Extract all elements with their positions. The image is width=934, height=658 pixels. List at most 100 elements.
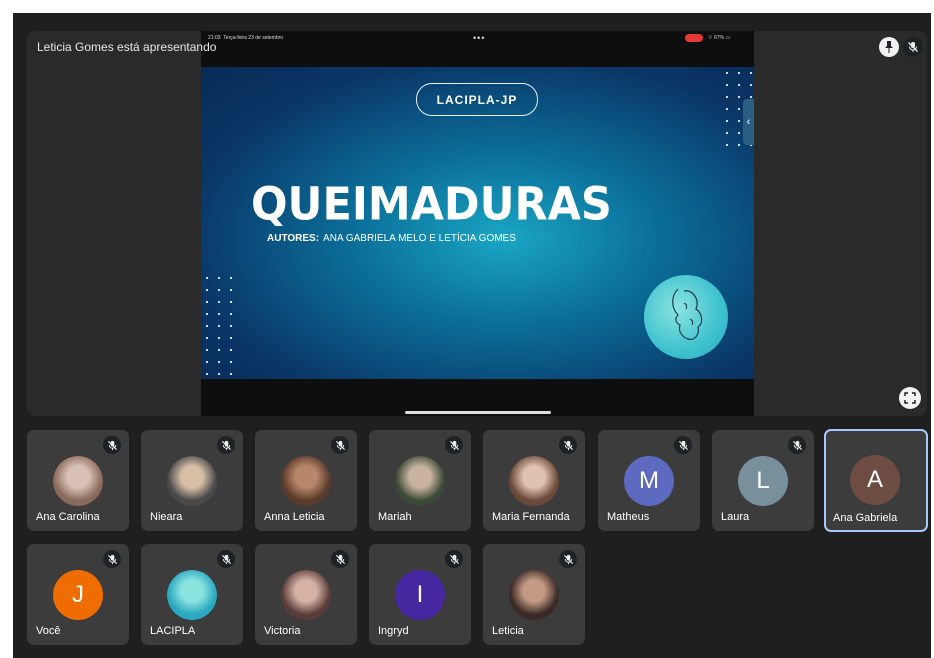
profile-photo (281, 456, 331, 506)
mic-off-indicator (331, 436, 349, 454)
participant-name: LACIPLA (150, 625, 196, 637)
mic-off-icon (335, 554, 345, 564)
pin-button[interactable] (879, 37, 899, 57)
profile-photo (395, 456, 445, 506)
avatar (509, 456, 559, 506)
participant-name: Laura (721, 511, 750, 523)
participant-name: Ana Gabriela (833, 512, 898, 524)
profile-photo (509, 570, 559, 620)
mic-off-indicator (445, 436, 463, 454)
profile-photo (281, 570, 331, 620)
mic-off-indicator (788, 436, 806, 454)
pin-icon (885, 41, 893, 53)
fullscreen-icon (904, 392, 916, 404)
avatar: L (738, 456, 788, 506)
mic-off-icon (107, 554, 117, 564)
participant-tile[interactable]: Anna Leticia (255, 430, 357, 531)
participant-name: Mariah (378, 511, 412, 523)
avatar (281, 570, 331, 620)
stage-mute-indicator (903, 37, 923, 57)
battery-status: ⌔ 67% ▭ (708, 35, 731, 41)
participant-tile[interactable]: LACIPLA (141, 544, 243, 645)
chevron-left-icon[interactable]: ‹ (743, 99, 754, 145)
participant-name: Ingryd (378, 625, 409, 637)
mic-off-icon (792, 440, 802, 450)
status-date: Terça-feira 23 de setembro (223, 35, 284, 41)
participant-tile[interactable]: Maria Fernanda (483, 430, 585, 531)
recording-indicator-icon (685, 34, 703, 42)
mic-off-icon (335, 440, 345, 450)
participant-name: Anna Leticia (264, 511, 325, 523)
mic-off-indicator (559, 550, 577, 568)
mic-off-icon (221, 554, 231, 564)
avatar (167, 456, 217, 506)
participant-tile[interactable]: J Você (27, 544, 129, 645)
device-status-bar: 21:03 Terça-feira 23 de setembro ••• ⌔ 6… (201, 31, 754, 47)
participant-name: Maria Fernanda (492, 511, 570, 523)
participant-tile[interactable]: Leticia (483, 544, 585, 645)
avatar (167, 570, 217, 620)
participant-name: Matheus (607, 511, 650, 523)
meet-window: Leticia Gomes está apresentando 21:03 Te… (13, 13, 931, 658)
avatar-initial: L (756, 467, 770, 494)
participant-tile[interactable]: L Laura (712, 430, 814, 531)
slide-authors: AUTORES: ANA GABRIELA MELO E LETÍCIA GOME… (267, 233, 516, 244)
participant-name: Você (36, 625, 61, 637)
participant-tile[interactable]: Nieara (141, 430, 243, 531)
avatar: M (624, 456, 674, 506)
mic-off-indicator (559, 436, 577, 454)
profile-photo (509, 456, 559, 506)
participant-tile[interactable]: M Matheus (598, 430, 700, 531)
slide-title: QUEIMADURAS (251, 178, 612, 232)
more-dots-icon: ••• (473, 33, 486, 43)
mic-off-indicator (103, 550, 121, 568)
profile-photo (53, 456, 103, 506)
mic-off-icon (563, 440, 573, 450)
avatar: A (850, 455, 900, 505)
avatar: J (53, 570, 103, 620)
mic-off-icon (449, 440, 459, 450)
participant-name: Nieara (150, 511, 183, 523)
participant-tile[interactable]: Victoria (255, 544, 357, 645)
shared-screen: 21:03 Terça-feira 23 de setembro ••• ⌔ 6… (201, 31, 754, 416)
avatar-initial: J (72, 581, 84, 608)
participant-tile[interactable]: Ana Carolina (27, 430, 129, 531)
mic-off-icon (563, 554, 573, 564)
mic-off-icon (221, 440, 231, 450)
presenter-label: Leticia Gomes está apresentando (37, 40, 217, 54)
participant-name: Leticia (492, 625, 524, 637)
avatar-initial: M (639, 467, 659, 494)
participant-tile[interactable]: A Ana Gabriela (824, 429, 928, 532)
avatar (395, 456, 445, 506)
profile-photo (167, 570, 217, 620)
profile-photo (167, 456, 217, 506)
participant-tile[interactable]: I Ingryd (369, 544, 471, 645)
mic-off-indicator (331, 550, 349, 568)
authors-label: AUTORES: (267, 233, 320, 244)
authors-names: ANA GABRIELA MELO E LETÍCIA GOMES (323, 233, 516, 244)
slide: LACIPLA-JP QUEIMADURAS AUTORES: ANA GABRI… (201, 67, 754, 379)
participant-tile[interactable]: Mariah (369, 430, 471, 531)
mic-off-icon (678, 440, 688, 450)
mic-off-indicator (674, 436, 692, 454)
fullscreen-button[interactable] (899, 387, 921, 409)
participant-name: Victoria (264, 625, 301, 637)
mic-off-indicator (217, 550, 235, 568)
avatar-initial: A (866, 466, 883, 493)
mic-off-icon (107, 440, 117, 450)
presentation-stage[interactable]: Leticia Gomes está apresentando 21:03 Te… (27, 31, 927, 416)
dot-pattern-decoration (201, 272, 237, 379)
mic-off-icon (908, 42, 918, 52)
avatar-initial: I (416, 581, 424, 608)
slide-badge: LACIPLA-JP (416, 83, 538, 116)
line-art-face-logo (644, 275, 728, 359)
avatar (281, 456, 331, 506)
mic-off-icon (449, 554, 459, 564)
home-indicator-bar (405, 411, 551, 414)
participant-name: Ana Carolina (36, 511, 100, 523)
mic-off-indicator (103, 436, 121, 454)
avatar (53, 456, 103, 506)
battery-level: 67% (714, 35, 725, 41)
avatar: I (395, 570, 445, 620)
avatar (509, 570, 559, 620)
